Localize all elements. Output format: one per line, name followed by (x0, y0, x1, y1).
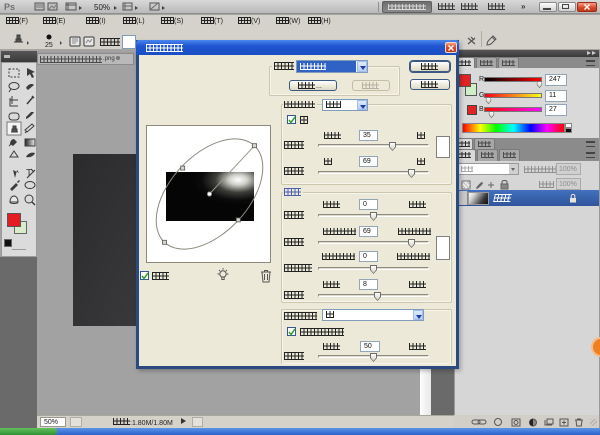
svg-text:50%: 50% (94, 3, 110, 12)
svg-text:25: 25 (45, 42, 53, 49)
svg-text:T: T (26, 168, 32, 179)
